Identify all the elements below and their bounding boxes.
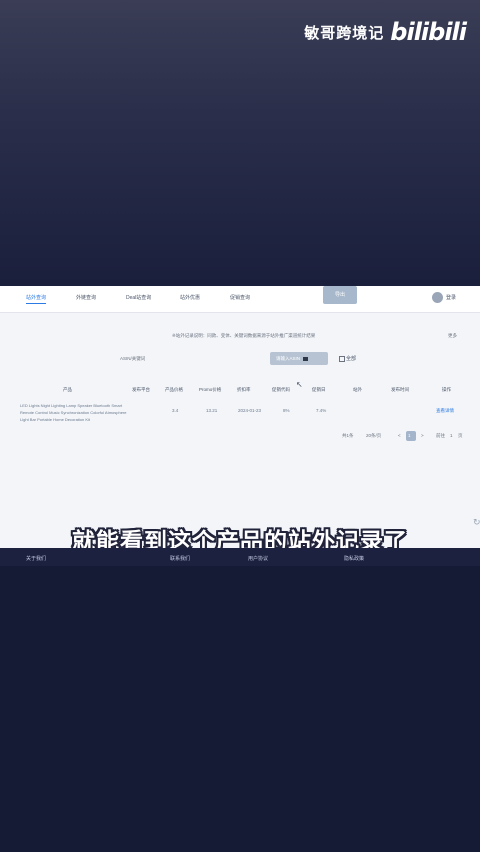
- cell-price: 13.21: [206, 408, 218, 413]
- pagination-prev[interactable]: <: [398, 433, 401, 438]
- tab-promo-query[interactable]: 促销查询: [230, 294, 250, 301]
- notice-more-link[interactable]: 更多: [448, 333, 457, 339]
- col-header-discount[interactable]: 折扣率: [237, 387, 251, 393]
- footer-link-privacy[interactable]: 隐私政策: [344, 555, 364, 562]
- product-title[interactable]: LED Lights Night Lighting Lamp Speaker B…: [20, 402, 132, 423]
- notice-text: ※站外记录说明：同款、变体、关键词数据来源于站外推广渠道统计结果: [172, 333, 316, 338]
- footer-link-terms[interactable]: 用户协议: [248, 555, 268, 562]
- pagination-page-suffix: 页: [458, 433, 463, 438]
- top-navigation: 站外查询 外链查询 Deal站查询 站外优惠 促销查询 导出 登录: [0, 286, 480, 313]
- cell-discount: 8%: [283, 408, 290, 413]
- avatar[interactable]: [432, 292, 443, 303]
- cell-promo: 2024-01-23: [238, 408, 262, 413]
- export-button[interactable]: 导出: [323, 286, 357, 304]
- text-cursor: [303, 356, 309, 361]
- filter-label: ASIN/关键词: [120, 356, 146, 361]
- search-input-text: 请输入ASIN: [276, 356, 301, 361]
- cell-code: 7.4%: [316, 408, 327, 413]
- channel-name: 敏哥跨境记: [304, 23, 385, 42]
- col-header-time[interactable]: 发布时间: [391, 387, 409, 393]
- tab-offsite-deals[interactable]: 站外优惠: [180, 294, 200, 301]
- footer-link-about[interactable]: 关于我们: [26, 555, 46, 562]
- tab-offsite-query[interactable]: 站外查询: [26, 294, 47, 304]
- checkbox-label: 全部: [346, 356, 357, 362]
- pagination-current-number: 1: [408, 433, 411, 438]
- col-header-action: 操作: [442, 387, 451, 392]
- col-header-code[interactable]: 促销代码: [272, 387, 290, 393]
- bilibili-logo: bilibili: [390, 18, 467, 46]
- col-header-promo-day[interactable]: 促销日: [312, 387, 326, 393]
- mouse-pointer-icon: ↖: [296, 380, 303, 389]
- app-screen: 站外查询 外链查询 Deal站查询 站外优惠 促销查询 导出 登录 ※站外记录说…: [0, 286, 480, 548]
- all-checkbox[interactable]: [339, 356, 345, 362]
- col-header-product: 产品: [63, 387, 72, 392]
- side-arrow-icon: ↻: [473, 517, 480, 527]
- col-header-offsite: 站外: [353, 387, 362, 392]
- pagination-per-page[interactable]: 20条/页: [366, 433, 381, 439]
- col-header-promo[interactable]: Promo价格: [199, 387, 221, 393]
- pagination-total: 共1条: [342, 433, 354, 438]
- col-header-price[interactable]: 产品价格: [165, 387, 183, 393]
- pagination-goto-input[interactable]: 1: [450, 433, 453, 438]
- search-input[interactable]: 请输入ASIN: [270, 352, 328, 365]
- user-name[interactable]: 登录: [446, 294, 456, 301]
- view-details-link[interactable]: 查看详情: [436, 408, 454, 414]
- cell-platform: 3.4: [172, 408, 179, 413]
- tab-link-query[interactable]: 外链查询: [76, 294, 96, 301]
- tab-deal-query[interactable]: Deal站查询: [126, 294, 151, 301]
- pagination-goto-label: 前往: [436, 433, 445, 438]
- pagination-next[interactable]: >: [421, 433, 424, 438]
- channel-watermark: 敏哥跨境记 bilibili: [304, 18, 467, 46]
- col-header-platform: 发布平台: [132, 387, 150, 392]
- site-footer: 关于我们 联系我们 用户协议 隐私政策: [0, 548, 480, 566]
- footer-link-contact[interactable]: 联系我们: [170, 555, 190, 562]
